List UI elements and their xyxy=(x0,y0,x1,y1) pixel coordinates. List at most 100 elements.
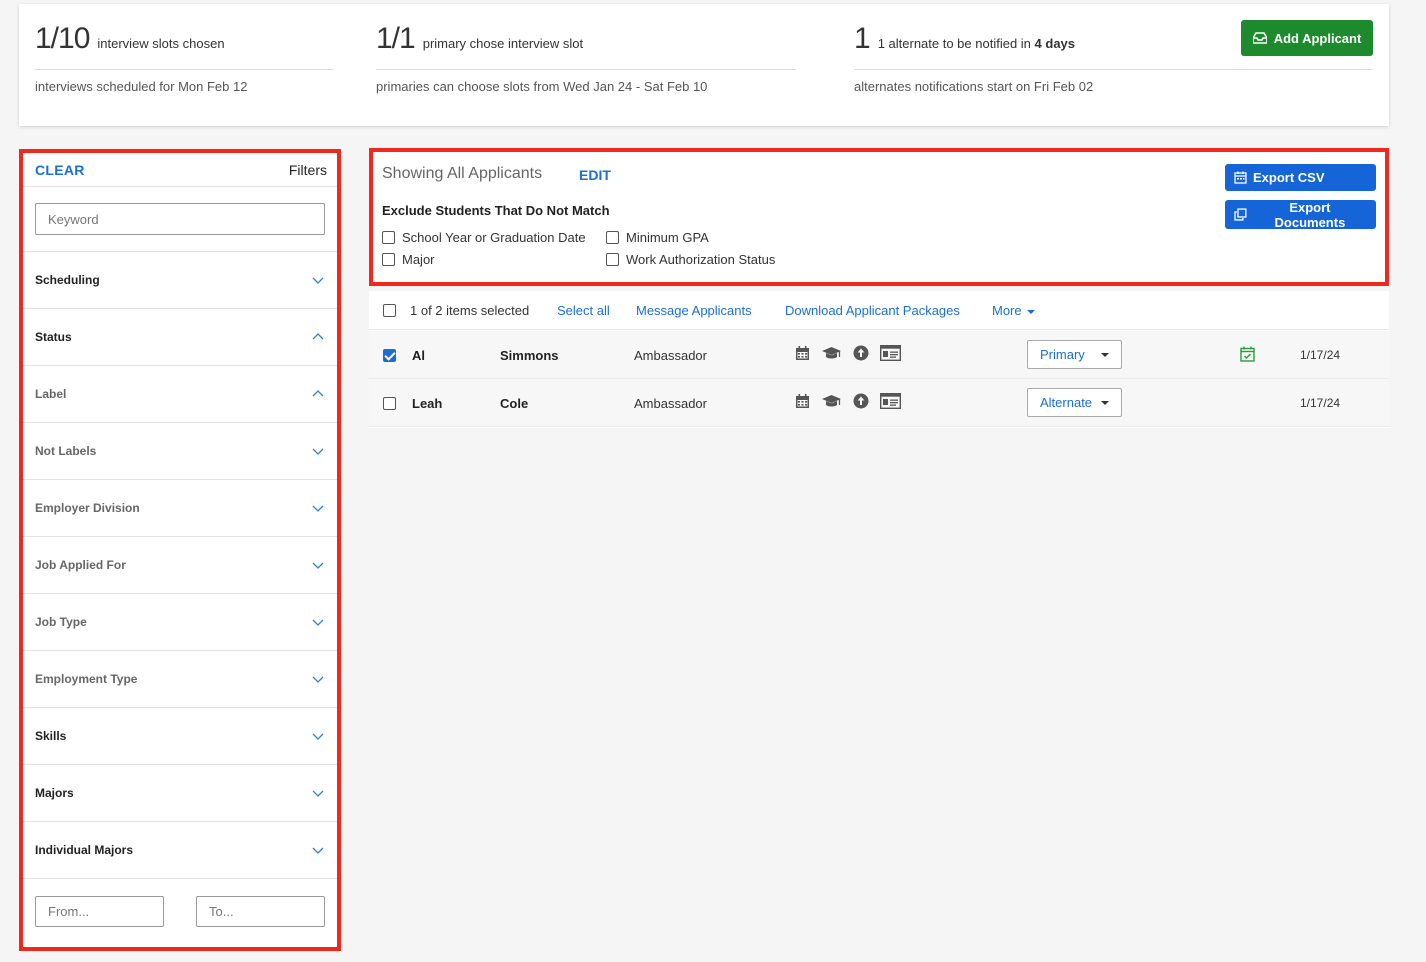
stat-slots-value: 1/10 xyxy=(35,22,90,55)
facet-label: Label xyxy=(35,387,67,401)
facet-label: Skills xyxy=(35,729,67,743)
facet-individual-majors[interactable]: Individual Majors xyxy=(23,822,337,879)
facet-label[interactable]: Label xyxy=(23,366,337,423)
range-inputs xyxy=(23,879,337,927)
applicant-last-name[interactable]: Cole xyxy=(500,396,528,411)
export-documents-label: Export Documents xyxy=(1274,199,1346,230)
facet-label: Employer Division xyxy=(35,501,140,515)
from-input[interactable] xyxy=(35,896,164,927)
applied-date: 1/17/24 xyxy=(1300,396,1341,410)
facet-label: Job Applied For xyxy=(35,558,126,572)
chevron-down-icon xyxy=(312,733,324,740)
chevron-down-icon xyxy=(312,619,324,626)
id-card-icon xyxy=(880,393,901,409)
min-gpa-checkbox[interactable]: Minimum GPA xyxy=(606,230,709,245)
clear-filters-link[interactable]: CLEAR xyxy=(35,162,85,178)
facet-job-type[interactable]: Job Type xyxy=(23,594,337,651)
message-applicants-link[interactable]: Message Applicants xyxy=(636,303,752,318)
panel-title: Showing All Applicants xyxy=(382,165,543,182)
chevron-down-icon xyxy=(312,277,324,284)
facet-employer-division[interactable]: Employer Division xyxy=(23,480,337,537)
graduation-cap-icon xyxy=(822,346,841,358)
applicant-first-name[interactable]: Al xyxy=(412,348,425,363)
applicant-first-name[interactable]: Leah xyxy=(412,396,442,411)
job-title: Ambassador xyxy=(634,396,707,411)
checkbox-box[interactable] xyxy=(382,253,395,266)
caret-down-icon xyxy=(1101,400,1109,405)
export-documents-button[interactable]: Export Documents xyxy=(1225,199,1376,230)
chevron-down-icon xyxy=(312,847,324,854)
divider xyxy=(35,69,333,70)
calendar-icon xyxy=(796,345,809,360)
stat-alternate-label: 1 alternate to be notified in 4 days xyxy=(877,36,1076,51)
applicant-last-name[interactable]: Simmons xyxy=(500,348,559,363)
school-year-checkbox[interactable]: School Year or Graduation Date xyxy=(382,230,586,245)
graduation-cap-icon xyxy=(822,394,841,406)
facet-job-applied-for[interactable]: Job Applied For xyxy=(23,537,337,594)
download-packages-link[interactable]: Download Applicant Packages xyxy=(785,303,960,318)
stat-primary-value: 1/1 xyxy=(376,22,416,55)
checkbox-box[interactable] xyxy=(382,231,395,244)
job-title: Ambassador xyxy=(634,348,707,363)
selected-count: 1 of 2 items selected xyxy=(410,303,530,318)
facet-skills[interactable]: Skills xyxy=(23,708,337,765)
exclude-title: Exclude Students That Do Not Match xyxy=(382,203,610,218)
stat-primary-label: primary chose interview slot xyxy=(422,36,584,51)
facet-label: Individual Majors xyxy=(35,843,134,857)
facet-status[interactable]: Status xyxy=(23,309,337,366)
edit-link[interactable]: EDIT xyxy=(579,167,611,183)
work-auth-checkbox[interactable]: Work Authorization Status xyxy=(606,252,775,267)
table-row[interactable]: Al Simmons Ambassador Primary 1/17/24 xyxy=(369,331,1389,379)
chevron-down-icon xyxy=(312,790,324,797)
calendar-icon xyxy=(1234,171,1247,184)
upload-circle-icon xyxy=(853,393,869,409)
status-dropdown[interactable]: Alternate xyxy=(1027,388,1122,417)
facet-employment-type[interactable]: Employment Type xyxy=(23,651,337,708)
row-checkbox[interactable] xyxy=(383,397,396,410)
stats-card: 1/10 interview slots chosen interviews s… xyxy=(19,4,1389,126)
keyword-input[interactable] xyxy=(35,203,325,235)
chevron-down-icon xyxy=(312,448,324,455)
status-dropdown[interactable]: Primary xyxy=(1027,340,1122,369)
stat-primary-sub: primaries can choose slots from Wed Jan … xyxy=(376,79,708,94)
divider xyxy=(854,69,1373,70)
copy-icon xyxy=(1234,208,1247,221)
filters-sidebar: CLEAR Filters Scheduling Status Label Not L… xyxy=(19,149,341,951)
select-all-link[interactable]: Select all xyxy=(557,303,610,318)
facet-scheduling[interactable]: Scheduling xyxy=(23,252,337,309)
facet-label: Employment Type xyxy=(35,672,138,686)
upload-circle-icon xyxy=(853,345,869,361)
id-card-icon xyxy=(880,345,901,361)
table-row[interactable]: Leah Cole Ambassador Alternate 1/17/24 xyxy=(369,379,1389,427)
applicant-results: 1 of 2 items selected Select all Message… xyxy=(369,291,1389,428)
chevron-up-icon xyxy=(312,333,324,340)
applicant-icons xyxy=(795,393,901,409)
major-checkbox[interactable]: Major xyxy=(382,252,435,267)
filters-header: CLEAR Filters xyxy=(23,153,337,187)
applicant-icons xyxy=(795,345,901,361)
checkbox-box[interactable] xyxy=(606,253,619,266)
checkbox-box[interactable] xyxy=(606,231,619,244)
add-applicant-button[interactable]: Add Applicant xyxy=(1241,20,1373,56)
stat-alternate-value: 1 xyxy=(854,22,871,55)
divider xyxy=(376,69,796,70)
to-input[interactable] xyxy=(196,896,325,927)
bulk-toolbar: 1 of 2 items selected Select all Message… xyxy=(369,291,1389,330)
facet-label: Scheduling xyxy=(35,273,100,287)
facet-majors[interactable]: Majors xyxy=(23,765,337,822)
select-all-checkbox[interactable] xyxy=(383,304,396,317)
calendar-icon xyxy=(796,393,809,408)
facet-label: Job Type xyxy=(35,615,87,629)
facet-not-labels[interactable]: Not Labels xyxy=(23,423,337,480)
facet-list: Scheduling Status Label Not Labels Employer … xyxy=(23,252,337,879)
checkbox-label: Work Authorization Status xyxy=(626,252,776,267)
stat-slots-sub: interviews scheduled for Mon Feb 12 xyxy=(35,79,248,94)
add-applicant-label: Add Applicant xyxy=(1273,30,1362,46)
chevron-down-icon xyxy=(312,676,324,683)
stat-slots-label: interview slots chosen xyxy=(97,36,225,51)
export-csv-button[interactable]: Export CSV xyxy=(1225,164,1376,191)
export-csv-label: Export CSV xyxy=(1253,170,1325,185)
filters-title: Filters xyxy=(288,161,327,178)
more-dropdown[interactable]: More xyxy=(992,303,1035,318)
row-checkbox[interactable] xyxy=(383,349,396,362)
